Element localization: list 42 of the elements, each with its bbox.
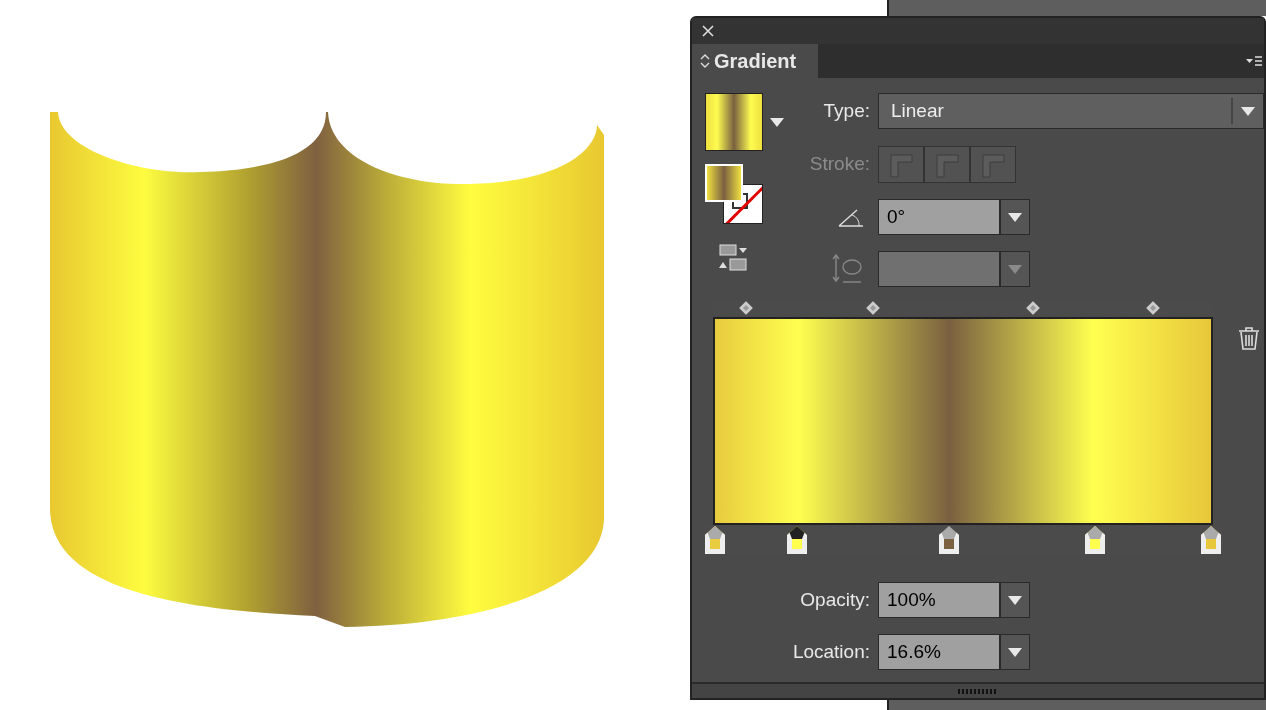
dropdown-button[interactable] [1000,582,1030,618]
panel-menu-icon[interactable] [1246,56,1262,68]
color-stop[interactable] [787,526,807,554]
location-field[interactable]: 16.6% [878,634,1000,670]
midpoint-handle[interactable] [866,301,880,315]
corner-icon [934,151,960,178]
gradient-slider-bar[interactable] [713,317,1213,525]
stroke-label: Stroke: [808,152,870,177]
midpoint-handle[interactable] [1026,301,1040,315]
color-stop[interactable] [1085,526,1105,554]
color-stop[interactable] [1201,526,1221,554]
grip-icon [958,688,998,694]
color-stop[interactable] [705,526,725,554]
angle-icon [838,207,864,227]
angle-field[interactable]: 0° [878,199,1000,235]
dropdown-button[interactable] [1000,634,1030,670]
midpoint-handle[interactable] [1146,301,1160,315]
collapse-arrows-icon [700,53,710,69]
caret-icon [1008,264,1022,274]
caret-icon [770,118,784,127]
opacity-label: Opacity: [799,587,870,612]
type-dropdown[interactable]: Linear [878,93,1264,129]
reverse-gradient-icon[interactable] [718,244,750,272]
corner-icon [980,151,1006,178]
gradient-swatch[interactable] [705,93,763,151]
panel-title: Gradient [714,49,797,74]
opacity-field[interactable]: 100% [878,582,1000,618]
panel-tab[interactable]: Gradient [692,44,818,78]
location-label: Location: [791,639,870,664]
corner-icon [888,151,914,178]
caret-icon [1241,106,1255,116]
caret-icon [1008,212,1022,222]
caret-icon [1008,595,1022,605]
close-icon[interactable] [702,25,714,37]
aspect-ratio-icon [832,254,864,284]
dropdown-button[interactable] [1000,199,1030,235]
fill-stroke-swatch[interactable] [705,164,765,224]
type-label: Type: [822,98,870,123]
color-stop[interactable] [939,526,959,554]
caret-icon [1008,647,1022,657]
midpoint-handle[interactable] [739,301,753,315]
trash-icon[interactable] [1238,326,1260,350]
